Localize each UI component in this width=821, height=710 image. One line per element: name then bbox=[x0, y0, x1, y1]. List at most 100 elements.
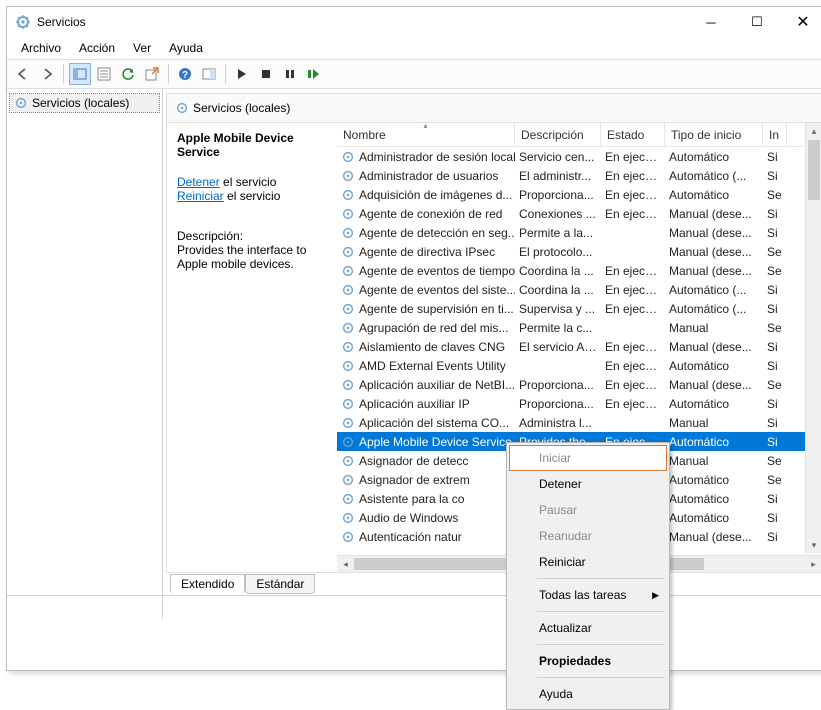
ctx-help[interactable]: Ayuda bbox=[509, 681, 667, 707]
ctx-all-tasks[interactable]: Todas las tareas▶ bbox=[509, 582, 667, 608]
col-description[interactable]: Descripción bbox=[515, 123, 601, 146]
svc-state: En ejecu... bbox=[601, 359, 665, 373]
svc-start: Automático (... bbox=[665, 302, 763, 316]
ctx-pause[interactable]: Pausar bbox=[509, 497, 667, 523]
svc-state: En ejecu... bbox=[601, 188, 665, 202]
svc-name: Agrupación de red del mis... bbox=[359, 321, 508, 335]
forward-button[interactable] bbox=[36, 63, 58, 85]
gear-icon bbox=[341, 340, 355, 354]
table-row[interactable]: Agente de directiva IPsecEl protocolo...… bbox=[337, 242, 821, 261]
selected-service-name: Apple Mobile Device Service bbox=[177, 131, 327, 159]
ctx-stop[interactable]: Detener bbox=[509, 471, 667, 497]
svc-start: Manual (dese... bbox=[665, 226, 763, 240]
restart-service-button[interactable] bbox=[303, 63, 325, 85]
table-row[interactable]: Aplicación auxiliar IPProporciona...En e… bbox=[337, 394, 821, 413]
tab-extended[interactable]: Extendido bbox=[170, 574, 245, 594]
export-button[interactable] bbox=[141, 63, 163, 85]
ctx-start[interactable]: Iniciar bbox=[509, 445, 667, 471]
svc-desc: El protocolo... bbox=[515, 245, 601, 259]
menu-action[interactable]: Acción bbox=[71, 39, 123, 57]
svc-start: Manual (dese... bbox=[665, 207, 763, 221]
table-row[interactable]: Agrupación de red del mis...Permite la c… bbox=[337, 318, 821, 337]
ctx-properties[interactable]: Propiedades bbox=[509, 648, 667, 674]
menu-view[interactable]: Ver bbox=[125, 39, 159, 57]
table-row[interactable]: Agente de detección en seg...Permite a l… bbox=[337, 223, 821, 242]
table-row[interactable]: Adquisición de imágenes d...Proporciona.… bbox=[337, 185, 821, 204]
tree-item-label: Servicios (locales) bbox=[32, 96, 129, 110]
help-button[interactable]: ? bbox=[174, 63, 196, 85]
gear-icon bbox=[341, 378, 355, 392]
svc-state: En ejecu... bbox=[601, 378, 665, 392]
ctx-separator bbox=[537, 611, 665, 612]
table-row[interactable]: Agente de conexión de redConexiones ...E… bbox=[337, 204, 821, 223]
pause-service-button[interactable] bbox=[279, 63, 301, 85]
scroll-track[interactable] bbox=[806, 140, 821, 537]
refresh-button[interactable] bbox=[117, 63, 139, 85]
table-row[interactable]: Agente de supervisión en ti...Supervisa … bbox=[337, 299, 821, 318]
restart-service-link[interactable]: Reiniciar bbox=[177, 189, 224, 203]
menu-file[interactable]: Archivo bbox=[13, 39, 69, 57]
svc-logon: Si bbox=[763, 492, 787, 506]
svc-name: Asistente para la co bbox=[359, 492, 464, 506]
close-button[interactable]: ✕ bbox=[780, 7, 821, 37]
scroll-up-icon[interactable]: ▴ bbox=[806, 123, 821, 140]
stop-service-button[interactable] bbox=[255, 63, 277, 85]
ctx-restart[interactable]: Reiniciar bbox=[509, 549, 667, 575]
svc-desc: Permite a la... bbox=[515, 226, 601, 240]
gear-icon bbox=[341, 435, 355, 449]
tab-standard[interactable]: Estándar bbox=[245, 574, 315, 594]
svc-start: Automático bbox=[665, 150, 763, 164]
stop-service-link[interactable]: Detener bbox=[177, 175, 220, 189]
svc-logon: Si bbox=[763, 226, 787, 240]
gear-icon bbox=[341, 511, 355, 525]
col-logon[interactable]: In bbox=[763, 123, 787, 146]
svc-name: Administrador de sesión local bbox=[359, 150, 515, 164]
svc-desc: El servicio Ai... bbox=[515, 340, 601, 354]
gear-icon bbox=[341, 397, 355, 411]
context-menu: Iniciar Detener Pausar Reanudar Reinicia… bbox=[506, 442, 670, 710]
show-hide-action-button[interactable] bbox=[198, 63, 220, 85]
tree-item-services-local[interactable]: Servicios (locales) bbox=[9, 93, 160, 113]
table-row[interactable]: Aislamiento de claves CNGEl servicio Ai.… bbox=[337, 337, 821, 356]
table-row[interactable]: Administrador de sesión localServicio ce… bbox=[337, 147, 821, 166]
start-service-button[interactable] bbox=[231, 63, 253, 85]
scroll-thumb[interactable] bbox=[808, 140, 820, 200]
col-start-type[interactable]: Tipo de inicio bbox=[665, 123, 763, 146]
properties-button[interactable] bbox=[93, 63, 115, 85]
ctx-refresh[interactable]: Actualizar bbox=[509, 615, 667, 641]
svc-name: Asignador de extrem bbox=[359, 473, 470, 487]
col-name[interactable]: Nombre▴ bbox=[337, 123, 515, 146]
scroll-right-icon[interactable]: ▸ bbox=[805, 556, 821, 572]
svc-desc: Coordina la ... bbox=[515, 264, 601, 278]
col-state[interactable]: Estado bbox=[601, 123, 665, 146]
ctx-resume[interactable]: Reanudar bbox=[509, 523, 667, 549]
toolbar: ? bbox=[7, 59, 821, 89]
back-button[interactable] bbox=[12, 63, 34, 85]
table-row[interactable]: Agente de eventos del siste...Coordina l… bbox=[337, 280, 821, 299]
vertical-scrollbar[interactable]: ▴ ▾ bbox=[805, 123, 821, 554]
svc-start: Manual bbox=[665, 321, 763, 335]
svc-logon: Si bbox=[763, 207, 787, 221]
svc-start: Automático bbox=[665, 473, 763, 487]
table-row[interactable]: Agente de eventos de tiempoCoordina la .… bbox=[337, 261, 821, 280]
show-hide-tree-button[interactable] bbox=[69, 63, 91, 85]
services-window: Servicios ─ ☐ ✕ Archivo Acción Ver Ayuda… bbox=[6, 6, 821, 671]
table-row[interactable]: AMD External Events UtilityEn ejecu...Au… bbox=[337, 356, 821, 375]
svc-start: Automático bbox=[665, 397, 763, 411]
minimize-button[interactable]: ─ bbox=[688, 7, 734, 37]
table-row[interactable]: Aplicación del sistema CO...Administra l… bbox=[337, 413, 821, 432]
table-row[interactable]: Administrador de usuariosEl administr...… bbox=[337, 166, 821, 185]
gear-icon bbox=[341, 302, 355, 316]
menu-help[interactable]: Ayuda bbox=[161, 39, 211, 57]
maximize-button[interactable]: ☐ bbox=[734, 7, 780, 37]
svc-start: Automático bbox=[665, 188, 763, 202]
scroll-left-icon[interactable]: ◂ bbox=[337, 556, 354, 572]
table-row[interactable]: Aplicación auxiliar de NetBI...Proporcio… bbox=[337, 375, 821, 394]
svc-name: Autenticación natur bbox=[359, 530, 462, 544]
gear-icon bbox=[341, 473, 355, 487]
detail-stop-line: Detener el servicio bbox=[177, 175, 327, 189]
scroll-down-icon[interactable]: ▾ bbox=[806, 537, 821, 554]
gear-icon bbox=[341, 264, 355, 278]
svc-start: Manual (dese... bbox=[665, 378, 763, 392]
svc-start: Automático bbox=[665, 435, 763, 449]
